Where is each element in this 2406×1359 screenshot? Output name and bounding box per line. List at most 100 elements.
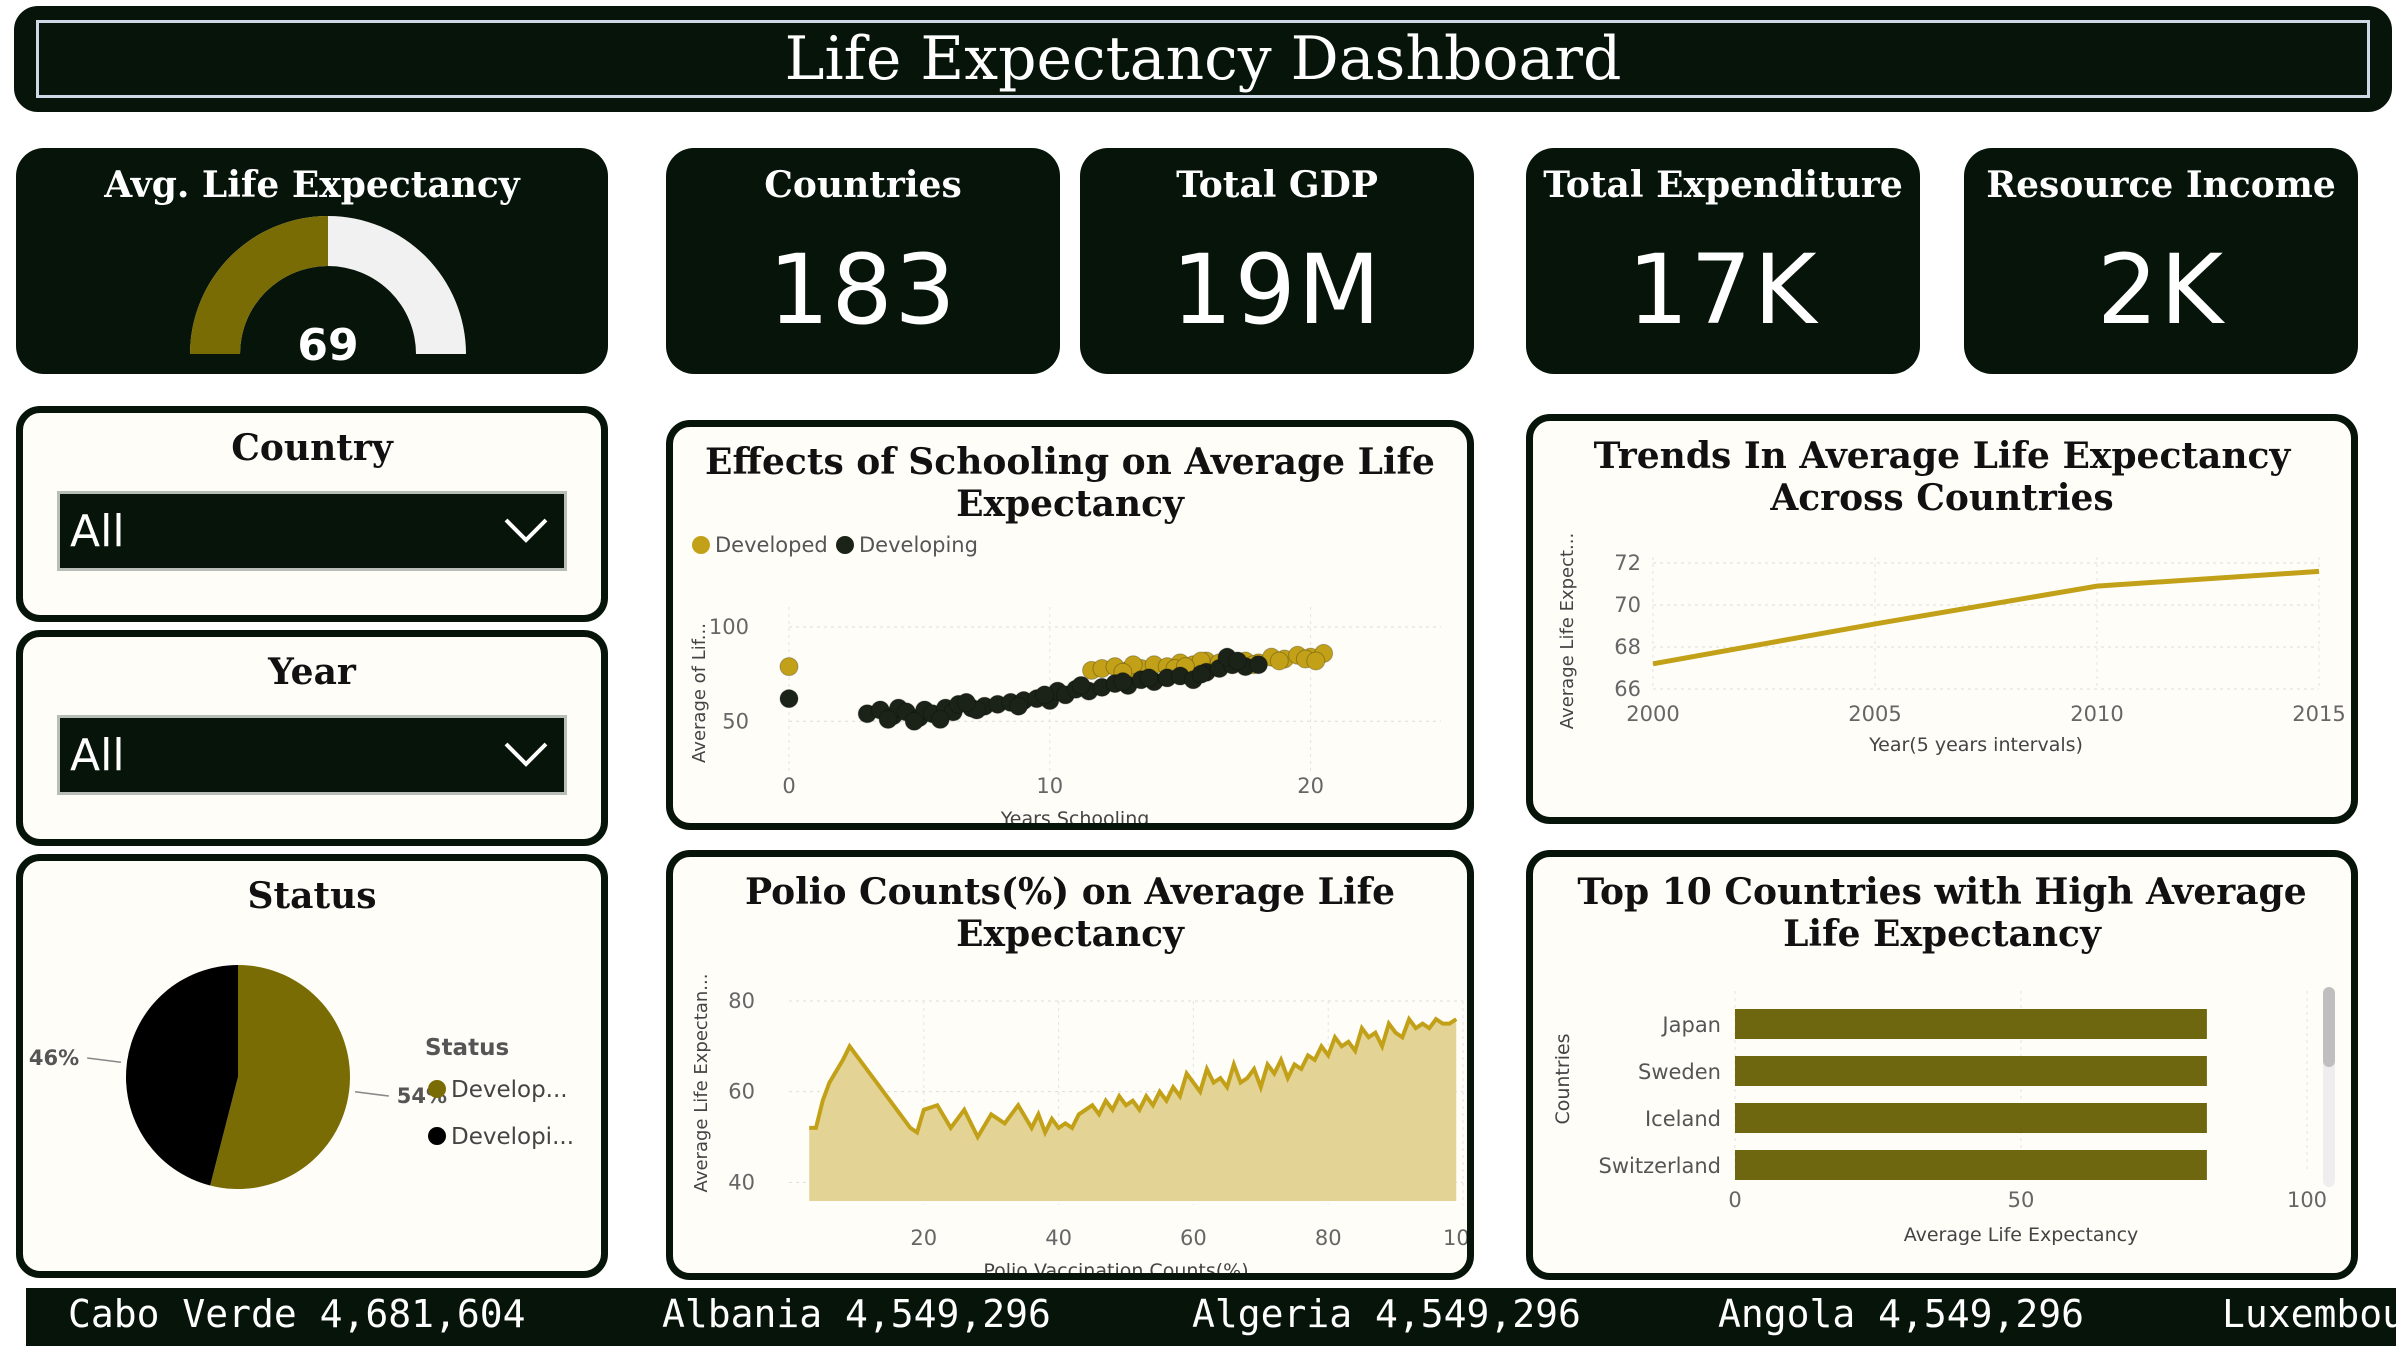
scatter-point bbox=[1009, 696, 1029, 716]
scatter-point bbox=[1228, 651, 1248, 671]
scatter-point bbox=[930, 709, 950, 729]
x-axis-title: Year(5 years intervals) bbox=[1868, 734, 2083, 756]
panel-title: Polio Counts(%) on Average Life Expectan… bbox=[744, 871, 1396, 955]
y-axis-title: Average of Lif... bbox=[689, 623, 710, 763]
scatter-point bbox=[1306, 651, 1326, 671]
kpi-avg-life-expectancy: Avg. Life Expectancy 69 bbox=[16, 148, 608, 374]
y-tick-label: 40 bbox=[728, 1170, 755, 1194]
y-tick-label: 60 bbox=[728, 1080, 755, 1104]
polio-area-panel: Polio Counts(%) on Average Life Expectan… bbox=[666, 850, 1474, 1280]
scatter-point bbox=[956, 692, 976, 712]
ticker-item: Luxembou bbox=[2222, 1292, 2396, 1336]
legend-marker bbox=[428, 1127, 446, 1145]
kpi-countries: Countries 183 bbox=[666, 148, 1060, 374]
kpi-label: Total Expenditure bbox=[1543, 164, 1903, 206]
scatter-point bbox=[1071, 675, 1091, 695]
scatter-point bbox=[779, 689, 799, 709]
x-tick-label: 2005 bbox=[1848, 702, 1901, 726]
legend-marker bbox=[692, 536, 710, 554]
panel-title: Status bbox=[247, 875, 377, 917]
dropdown-value: All bbox=[70, 729, 125, 781]
schooling-scatter-panel: Effects of Schooling on Average Life Exp… bbox=[666, 420, 1474, 830]
legend-title: Status bbox=[425, 1035, 509, 1061]
chevron-down-icon bbox=[504, 518, 548, 543]
kpi-value: 19M bbox=[1171, 234, 1383, 346]
trend-line-chart: 66 68 70 72 2000 2005 2010 2015 Year(5 years int… bbox=[1557, 533, 2346, 756]
y-tick-label: 80 bbox=[728, 989, 755, 1013]
x-tick-label: 2010 bbox=[2070, 702, 2123, 726]
x-tick-label: 10 bbox=[1036, 774, 1063, 798]
category-label: Iceland bbox=[1645, 1107, 1721, 1131]
country-dropdown[interactable]: All bbox=[57, 491, 567, 571]
status-panel: Status 54% 46% Status Develop... Developi... bbox=[16, 854, 608, 1278]
dropdown-value: All bbox=[70, 505, 125, 557]
title-frame: Life Expectancy Dashboard bbox=[36, 20, 2370, 98]
panel-title: Trends In Average Life Expectancy Across… bbox=[1593, 435, 2291, 519]
x-tick-label: 50 bbox=[2008, 1188, 2035, 1212]
ticker-item: Angola 4,549,296 bbox=[1718, 1292, 2085, 1336]
slicer-label: Year bbox=[268, 651, 356, 693]
x-tick-label: 100 bbox=[2287, 1188, 2327, 1212]
y-tick-label: 72 bbox=[1614, 551, 1641, 575]
scatter-point bbox=[1248, 655, 1268, 675]
x-tick-label: 2000 bbox=[1626, 702, 1679, 726]
x-axis-title: Polio Vaccination Counts(%) bbox=[983, 1260, 1248, 1273]
y-axis-title: Average Life Expect... bbox=[1557, 533, 1578, 729]
y-tick-label: 70 bbox=[1614, 593, 1641, 617]
kpi-label: Total GDP bbox=[1176, 164, 1378, 206]
ticker-item: Cabo Verde 4,681,604 bbox=[68, 1292, 526, 1336]
legend-label: Developi... bbox=[451, 1124, 574, 1150]
year-dropdown[interactable]: All bbox=[57, 715, 567, 795]
bar bbox=[1735, 1056, 2207, 1086]
scatter-point bbox=[1191, 664, 1211, 684]
x-tick-label: 100 bbox=[1443, 1226, 1467, 1250]
trend-line-panel: Trends In Average Life Expectancy Across… bbox=[1526, 414, 2358, 824]
legend-marker bbox=[428, 1080, 446, 1098]
kpi-value: 2K bbox=[2096, 234, 2226, 346]
y-axis-title: Average Life Expectan... bbox=[691, 974, 712, 1193]
pie-data-label: 46% bbox=[29, 1046, 79, 1070]
x-tick-label: 20 bbox=[910, 1226, 937, 1250]
x-axis-title: Years Schooling bbox=[1000, 808, 1150, 823]
legend-marker bbox=[836, 536, 854, 554]
kpi-total-gdp: Total GDP 19M bbox=[1080, 148, 1474, 374]
chevron-down-icon bbox=[504, 742, 548, 767]
scatter-point bbox=[779, 657, 799, 677]
y-tick-label: 100 bbox=[709, 615, 749, 639]
status-pie-chart: 54%46% StatusDevelop...Developi... bbox=[29, 965, 574, 1189]
scatter-point bbox=[1139, 668, 1159, 688]
category-label: Sweden bbox=[1638, 1060, 1721, 1084]
pie-leader-line bbox=[354, 1091, 389, 1097]
bar bbox=[1735, 1150, 2207, 1180]
kpi-label: Avg. Life Expectancy bbox=[104, 164, 520, 206]
top10-bar-panel: Top 10 Countries with High Average Life … bbox=[1526, 850, 2358, 1280]
scatter-point bbox=[1269, 651, 1289, 671]
kpi-label: Countries bbox=[764, 164, 962, 206]
scrollbar-thumb bbox=[2323, 987, 2335, 1067]
gauge-value: 69 bbox=[297, 320, 358, 364]
kpi-total-expenditure: Total Expenditure 17K bbox=[1526, 148, 1920, 374]
bar bbox=[1735, 1009, 2207, 1039]
country-ticker: Cabo Verde 4,681,604 Albania 4,549,296 A… bbox=[26, 1288, 2396, 1346]
legend-label: Developing bbox=[859, 533, 978, 557]
scatter-point bbox=[1113, 672, 1133, 692]
bar bbox=[1735, 1103, 2207, 1133]
y-axis-title: Countries bbox=[1552, 1033, 1574, 1124]
y-tick-label: 66 bbox=[1614, 677, 1641, 701]
x-tick-label: 0 bbox=[782, 774, 795, 798]
y-tick-label: 50 bbox=[722, 709, 749, 733]
panel-title: Top 10 Countries with High Average Life … bbox=[1577, 871, 2307, 955]
x-axis-title: Average Life Expectancy bbox=[1904, 1224, 2139, 1246]
x-tick-label: 80 bbox=[1315, 1226, 1342, 1250]
slicer-label: Country bbox=[231, 427, 393, 469]
category-label: Switzerland bbox=[1599, 1154, 1722, 1178]
kpi-value: 17K bbox=[1627, 234, 1819, 346]
panel-title: Effects of Schooling on Average Life Exp… bbox=[705, 441, 1435, 525]
kpi-value: 183 bbox=[768, 234, 958, 346]
x-tick-label: 60 bbox=[1180, 1226, 1207, 1250]
scatter-point bbox=[904, 711, 924, 731]
area-fill bbox=[809, 1019, 1457, 1201]
dashboard-title: Life Expectancy Dashboard bbox=[784, 24, 1622, 94]
kpi-label: Resource Income bbox=[1986, 164, 2336, 206]
ticker-item: Algeria 4,549,296 bbox=[1192, 1292, 1581, 1336]
